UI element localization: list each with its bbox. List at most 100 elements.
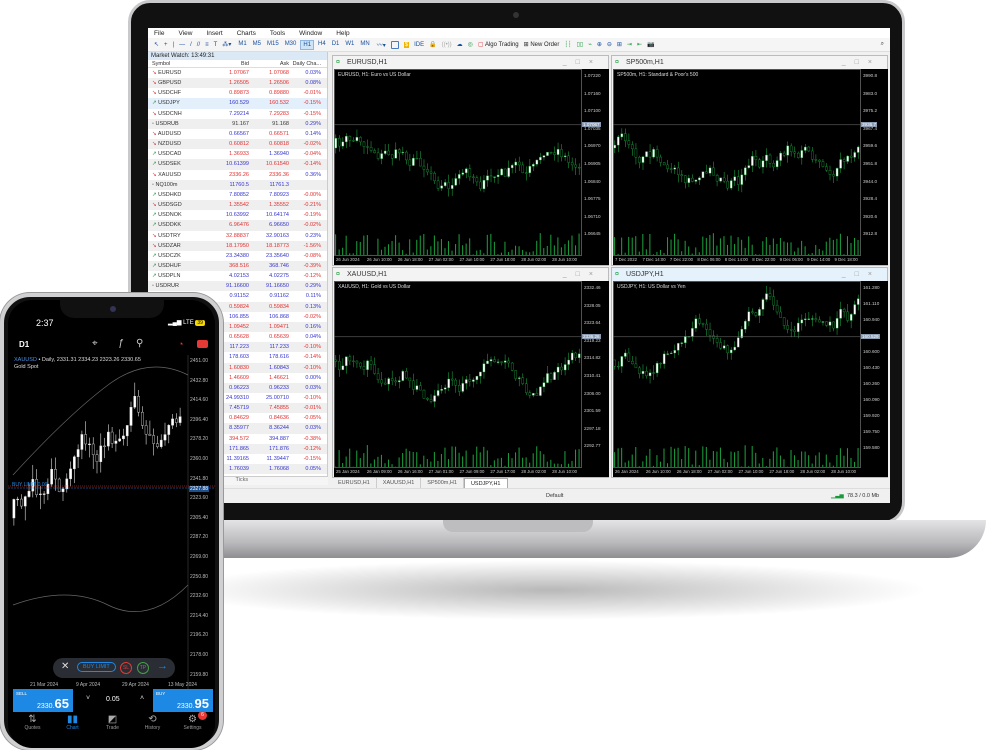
volume-down-icon[interactable]: ˅: [86, 695, 90, 702]
crosshair-icon[interactable]: +: [164, 42, 168, 48]
menu-file[interactable]: File: [154, 30, 164, 37]
chart-canvas[interactable]: EURUSD, H1: Euro vs US Dollar 1.07220 1.07…: [334, 69, 609, 265]
menu-tools[interactable]: Tools: [270, 30, 285, 37]
market-watch-row[interactable]: ↘ GBPUSD 1.26505 1.26506 0.08%: [148, 78, 327, 89]
timeframe-button[interactable]: D1: [19, 340, 29, 349]
chart-window-sp500m[interactable]: ¤ SP500m,H1 _□× SP500m, H1: Standard & Poor…: [611, 55, 888, 266]
volume-up-icon[interactable]: ˄: [140, 695, 144, 702]
window-controls-icon[interactable]: _□×: [563, 268, 602, 281]
chart-canvas[interactable]: SP500m, H1: Standard & Poor's 500 3990.8 3…: [613, 69, 888, 265]
timeframe-mn[interactable]: MN: [358, 40, 371, 50]
timeframe-h4[interactable]: H4: [316, 40, 328, 50]
nav-trade[interactable]: ◩ Trade: [92, 714, 133, 731]
timeframe-m30[interactable]: M30: [283, 40, 299, 50]
chart-window-xauusd[interactable]: ¤ XAUUSD,H1 _□× XAUUSD, H1: Gold vs US Doll…: [332, 267, 609, 478]
market-watch-row[interactable]: ↘ NZDUSD 0.60812 0.60818 -0.02%: [148, 139, 327, 150]
chart-shift-icon[interactable]: ⇤: [637, 41, 642, 48]
window-controls-icon[interactable]: _□×: [563, 56, 602, 69]
timeframe-d1[interactable]: D1: [330, 40, 342, 50]
cloud-icon[interactable]: ☁: [457, 41, 463, 48]
window-controls-icon[interactable]: _□×: [842, 268, 881, 281]
market-watch-row[interactable]: ↘ EURUSD 1.07067 1.07068 0.03%: [148, 68, 327, 78]
zoom-out-icon[interactable]: ⊖: [607, 41, 612, 48]
timeframe-m5[interactable]: M5: [251, 40, 263, 50]
text-icon[interactable]: T: [214, 42, 218, 48]
cursor-icon[interactable]: ↖: [154, 41, 159, 48]
grid-icon[interactable]: ⊞: [617, 41, 622, 48]
chart-tab[interactable]: XAUUSD,H1: [377, 478, 422, 488]
market-watch-row[interactable]: ↗ USDPLN 4.02153 4.02275 -0.12%: [148, 271, 327, 281]
market-watch-row[interactable]: ↗ USDSEK 10.61399 10.61540 -0.14%: [148, 159, 327, 170]
indicator-f-icon[interactable]: ƒ: [118, 338, 124, 349]
market-watch-row[interactable]: ↘ XAUUSD 2336.26 2336.36 0.36%: [148, 170, 327, 180]
algo-trading-button[interactable]: ▢ Algo Trading: [478, 41, 519, 48]
objects-icon[interactable]: ⚲: [136, 338, 143, 349]
chart-tab[interactable]: SP500m,H1: [421, 478, 464, 488]
buy-button[interactable]: BUY 2330.95: [153, 689, 213, 712]
phone-price-chart[interactable]: [8, 355, 215, 690]
window-controls-icon[interactable]: _□×: [842, 56, 881, 69]
trendline-icon[interactable]: /: [190, 42, 192, 48]
market-watch-row[interactable]: ↘ USDTRY 32.88837 32.90163 0.23%: [148, 231, 327, 241]
new-order-button[interactable]: ⊞ New Order: [524, 41, 560, 48]
menu-view[interactable]: View: [178, 30, 192, 37]
menu-insert[interactable]: Insert: [206, 30, 222, 37]
chart-canvas[interactable]: XAUUSD, H1: Gold vs US Dollar 2332.46 2328…: [334, 281, 609, 477]
line-chart-icon[interactable]: ⌁: [588, 41, 592, 48]
col-symbol[interactable]: Symbol: [148, 60, 212, 68]
market-icon[interactable]: ◎: [468, 41, 473, 48]
menu-help[interactable]: Help: [336, 30, 349, 37]
market-watch-row[interactable]: ↗ USDDKK 6.96476 6.96650 -0.02%: [148, 220, 327, 231]
market-watch-row[interactable]: ↘ USDZAR 18.17950 18.18773 -1.56%: [148, 240, 327, 251]
one-click-trading-icon[interactable]: [197, 340, 208, 348]
menu-charts[interactable]: Charts: [237, 30, 256, 37]
market-watch-row[interactable]: ↗ USDCAD 1.36933 1.36940 -0.04%: [148, 149, 327, 159]
market-watch-row[interactable]: ↗ USDJPY 160.529 160.532 -0.15%: [148, 98, 327, 109]
search-icon[interactable]: ⌕: [881, 41, 884, 48]
channel-icon[interactable]: //: [197, 42, 200, 48]
candles-icon[interactable]: ▯▯: [577, 41, 584, 48]
market-watch-row[interactable]: • USDRUB 91.167 91.168 0.29%: [148, 118, 327, 129]
nav-chart[interactable]: ▮▮ Chart: [52, 714, 93, 731]
market-watch-row[interactable]: ↗ USDNOK 10.63992 10.64174 -0.19%: [148, 210, 327, 220]
timeframe-m1[interactable]: M1: [236, 40, 248, 50]
timeframe-h1[interactable]: H1: [300, 39, 315, 50]
market-watch-row[interactable]: ↘ USDSGD 1.35542 1.35552 -0.21%: [148, 200, 327, 211]
col-daily-change[interactable]: Daily Cha...: [292, 60, 324, 68]
market-watch-row[interactable]: ↘ USDCHF 0.89873 0.89880 -0.01%: [148, 88, 327, 98]
shapes-icon[interactable]: ⁂▾: [222, 41, 231, 48]
chart-window-titlebar[interactable]: ¤ USDJPY,H1 _□×: [612, 268, 887, 281]
market-watch-row[interactable]: • USDRUR 91.16600 91.16650 0.29%: [148, 281, 327, 292]
timeframe-w1[interactable]: W1: [343, 40, 356, 50]
sell-button[interactable]: SELL 2330.65: [13, 689, 73, 712]
nav-quotes[interactable]: ⇅ Quotes: [12, 714, 53, 731]
menu-window[interactable]: Window: [299, 30, 322, 37]
market-watch-row[interactable]: ↗ USDCZK 23.34380 23.35640 -0.08%: [148, 251, 327, 261]
chart-tab[interactable]: USDJPY,H1: [463, 478, 508, 488]
arrow-right-icon[interactable]: →: [157, 660, 168, 672]
market-watch-row[interactable]: ↗ USDHUF 368.516 368.746 -0.39%: [148, 260, 327, 272]
tp-button[interactable]: TP: [137, 662, 149, 674]
volume-value[interactable]: 0.05: [106, 696, 120, 703]
coin-icon[interactable]: $: [403, 41, 410, 48]
nav-history[interactable]: ⟲ History: [132, 714, 173, 731]
market-watch-row[interactable]: • NQ100m 11760.5 11761.3: [148, 179, 327, 190]
zoom-in-icon[interactable]: ⊕: [597, 41, 602, 48]
sl-button[interactable]: SL: [120, 662, 132, 674]
clock-icon[interactable]: ◔: [178, 339, 183, 349]
col-ask[interactable]: Ask: [252, 60, 292, 68]
lock-icon[interactable]: 🔒: [429, 41, 436, 48]
chart-window-titlebar[interactable]: ¤ SP500m,H1 _□×: [612, 56, 887, 69]
fibonacci-icon[interactable]: ≡: [205, 42, 209, 48]
buy-limit-button[interactable]: BUY LIMIT: [77, 662, 116, 672]
crosshair-icon[interactable]: ⌖: [92, 338, 98, 349]
autoscroll-icon[interactable]: ⇥: [627, 41, 632, 48]
market-watch-row[interactable]: ↘ USDCNH 7.29214 7.29283 -0.15%: [148, 109, 327, 119]
indicators-icon[interactable]: 〰▾: [377, 40, 386, 49]
close-icon[interactable]: ✕: [61, 661, 69, 672]
timeframe-m15[interactable]: M15: [265, 40, 281, 50]
vertical-line-icon[interactable]: |: [173, 42, 175, 48]
templates-icon[interactable]: [390, 40, 399, 49]
chart-window-titlebar[interactable]: ¤ XAUUSD,H1 _□×: [333, 268, 608, 281]
nav-settings[interactable]: ⚙ Settings: [172, 714, 213, 731]
